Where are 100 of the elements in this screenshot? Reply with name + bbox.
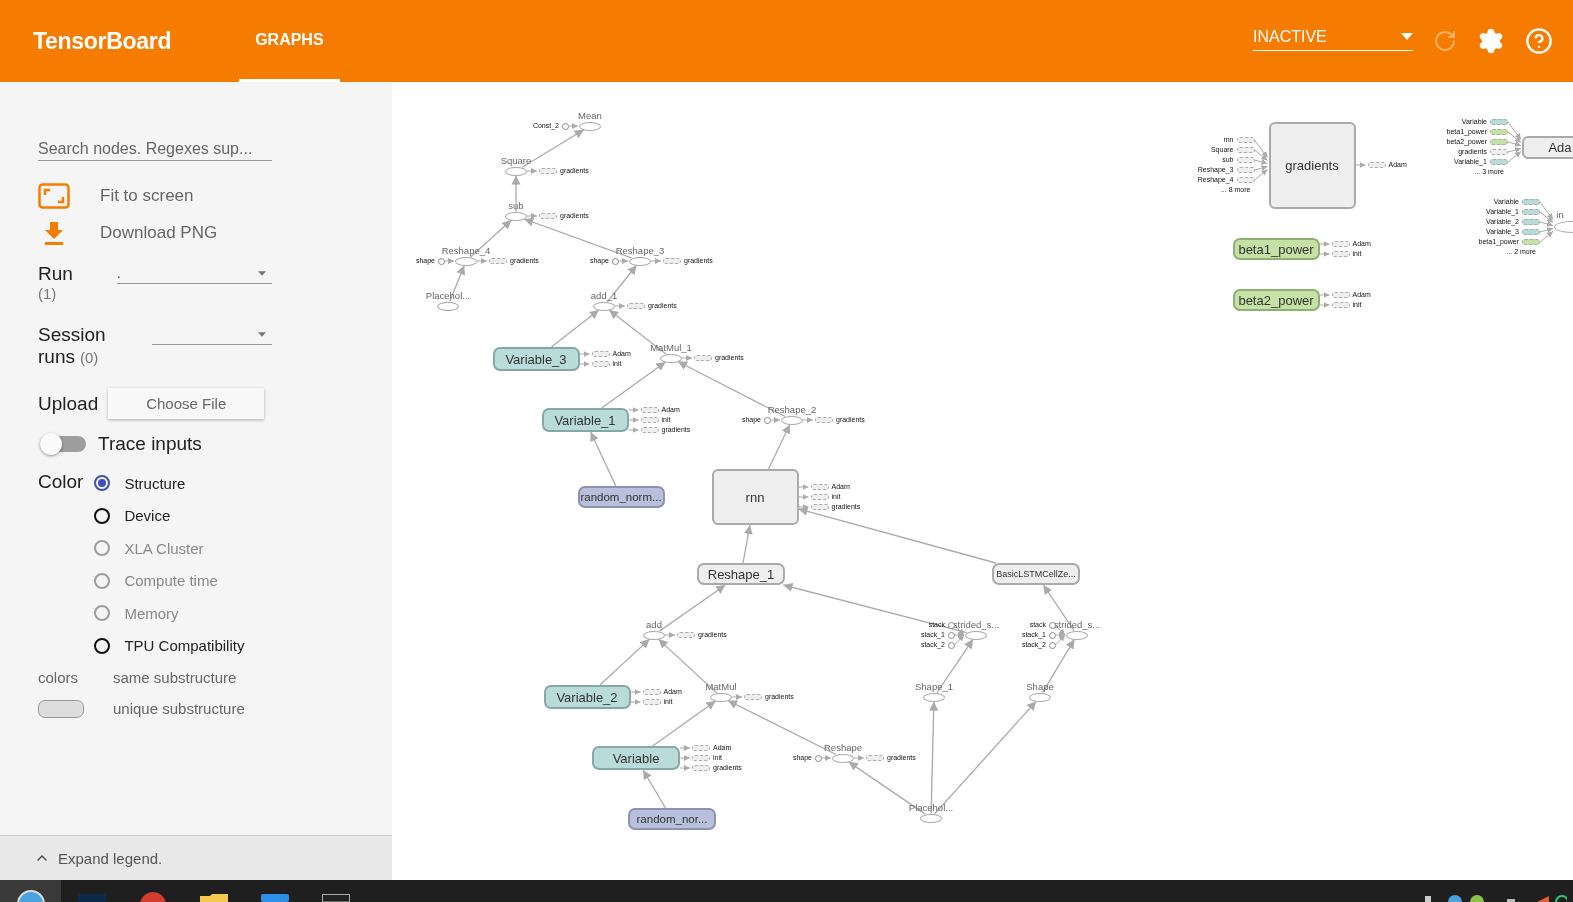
radio-button[interactable] bbox=[94, 507, 111, 524]
input-circle bbox=[611, 257, 619, 265]
folder-icon[interactable] bbox=[199, 894, 228, 902]
tensor-pill bbox=[489, 258, 507, 264]
square-icon[interactable] bbox=[260, 894, 289, 902]
edge-arrow bbox=[679, 765, 691, 771]
edge-arrow bbox=[599, 638, 651, 686]
graph-node[interactable]: Variable_1 bbox=[541, 408, 629, 432]
edge-arrow bbox=[579, 361, 590, 367]
fit-screen-icon[interactable] bbox=[38, 182, 70, 209]
op-node[interactable] bbox=[965, 630, 987, 640]
graph-node[interactable]: BasicLSTMCellZe... bbox=[992, 563, 1080, 585]
fit-to-screen-link[interactable]: Fit to screen bbox=[100, 185, 194, 206]
edge-arrow bbox=[630, 689, 641, 695]
graph-node[interactable]: Variable bbox=[592, 746, 680, 770]
graph-node[interactable]: Reshape_1 bbox=[697, 563, 785, 585]
node-label: Placehol... bbox=[425, 290, 471, 300]
graph-node[interactable]: beta2_power bbox=[1232, 289, 1320, 311]
tensor-pill bbox=[539, 168, 557, 174]
trace-toggle[interactable] bbox=[40, 433, 86, 455]
session-label: Session bbox=[38, 324, 107, 346]
edge-arrow bbox=[630, 699, 641, 705]
radio-label: Structure bbox=[124, 474, 186, 492]
radio-label: Device bbox=[124, 507, 171, 525]
tensor-pill bbox=[1331, 302, 1350, 308]
input-circle bbox=[437, 257, 445, 265]
node-label: Square bbox=[500, 155, 532, 165]
toggle-thumb[interactable] bbox=[40, 433, 62, 455]
graph-node[interactable]: Variable_3 bbox=[492, 347, 580, 371]
op-node[interactable] bbox=[832, 753, 854, 763]
radio-label: TPU Compatibility bbox=[124, 637, 245, 655]
search-field[interactable]: Search nodes. Regexes sup... bbox=[38, 140, 272, 161]
radio-label: Compute time bbox=[124, 572, 218, 590]
input-circle bbox=[947, 621, 955, 629]
app-title: TensorBoard bbox=[33, 27, 172, 55]
op-node[interactable] bbox=[781, 415, 803, 425]
node-label: Placehol... bbox=[908, 802, 954, 812]
graph-node[interactable]: random_norm... bbox=[577, 486, 665, 508]
graph-node[interactable]: rnn bbox=[711, 469, 799, 525]
download-png-link[interactable]: Download PNG bbox=[100, 222, 218, 243]
edge-arrow bbox=[1319, 241, 1330, 247]
input-circle bbox=[1048, 631, 1056, 639]
graph-node[interactable]: gradients bbox=[1268, 121, 1356, 209]
tensor-pill bbox=[539, 213, 557, 219]
settings-icon[interactable] bbox=[1477, 27, 1505, 55]
run-count: (1) bbox=[38, 285, 58, 302]
tensor-pill bbox=[640, 417, 659, 423]
tensor-pill bbox=[694, 355, 712, 361]
op-node[interactable] bbox=[660, 353, 682, 363]
edge-arrow bbox=[1355, 162, 1366, 168]
tray-icons-drawing[interactable] bbox=[1507, 894, 1567, 902]
op-node[interactable] bbox=[505, 211, 527, 221]
node-label: MatMul bbox=[705, 681, 737, 691]
caret-icon bbox=[1401, 33, 1413, 40]
caret-icon bbox=[258, 270, 266, 276]
tensor-pill bbox=[663, 258, 681, 264]
op-node[interactable] bbox=[923, 692, 945, 702]
radio-button[interactable] bbox=[94, 475, 111, 492]
edge-arrow bbox=[550, 309, 600, 348]
edge-arrow bbox=[798, 484, 809, 490]
input-circle bbox=[1048, 621, 1056, 629]
tensor-pill bbox=[591, 351, 610, 357]
op-node[interactable] bbox=[579, 121, 601, 131]
edge-arrow bbox=[579, 351, 590, 357]
radio-button[interactable] bbox=[94, 637, 111, 654]
op-node[interactable] bbox=[505, 166, 527, 176]
tensor-pill bbox=[1367, 162, 1386, 168]
node-label: Reshape bbox=[824, 742, 862, 752]
edge-arrow bbox=[1319, 302, 1330, 308]
op-node[interactable] bbox=[437, 301, 459, 311]
node-label: in bbox=[1556, 210, 1564, 220]
graph-node[interactable]: random_nor... bbox=[628, 808, 716, 830]
tensor-pill bbox=[677, 632, 695, 638]
op-node[interactable] bbox=[643, 630, 665, 640]
session-runs-count: (0) bbox=[79, 349, 99, 366]
op-node[interactable] bbox=[1029, 692, 1051, 702]
op-node[interactable] bbox=[1066, 630, 1088, 640]
graph-node[interactable]: Ada bbox=[1522, 135, 1573, 159]
graph-node[interactable]: Variable_2 bbox=[543, 685, 631, 709]
reload-icon[interactable] bbox=[1433, 29, 1457, 53]
node-label: Reshape_2 bbox=[767, 404, 817, 414]
op-node[interactable] bbox=[629, 256, 651, 266]
node-label: Mean bbox=[578, 110, 602, 120]
tensor-pill bbox=[1331, 241, 1350, 247]
input-circle bbox=[947, 631, 955, 639]
op-node[interactable] bbox=[455, 256, 477, 266]
tensor-pill bbox=[642, 699, 661, 705]
node-label: Reshape_4 bbox=[441, 245, 491, 255]
radio-label: Memory bbox=[124, 604, 179, 622]
op-node[interactable] bbox=[710, 692, 732, 702]
graph-node[interactable]: beta1_power bbox=[1232, 238, 1320, 260]
help-icon[interactable] bbox=[1525, 27, 1553, 55]
choose-file-button[interactable]: Choose File bbox=[108, 388, 265, 419]
run-dropdown[interactable]: . bbox=[117, 263, 272, 284]
color-label: Color bbox=[38, 471, 84, 494]
op-node[interactable] bbox=[593, 301, 615, 311]
terminal-icon[interactable] bbox=[321, 894, 350, 902]
expand-legend-link[interactable]: Expand legend. bbox=[58, 849, 163, 867]
op-node[interactable] bbox=[920, 813, 942, 823]
node-label: add_1 bbox=[590, 290, 618, 300]
